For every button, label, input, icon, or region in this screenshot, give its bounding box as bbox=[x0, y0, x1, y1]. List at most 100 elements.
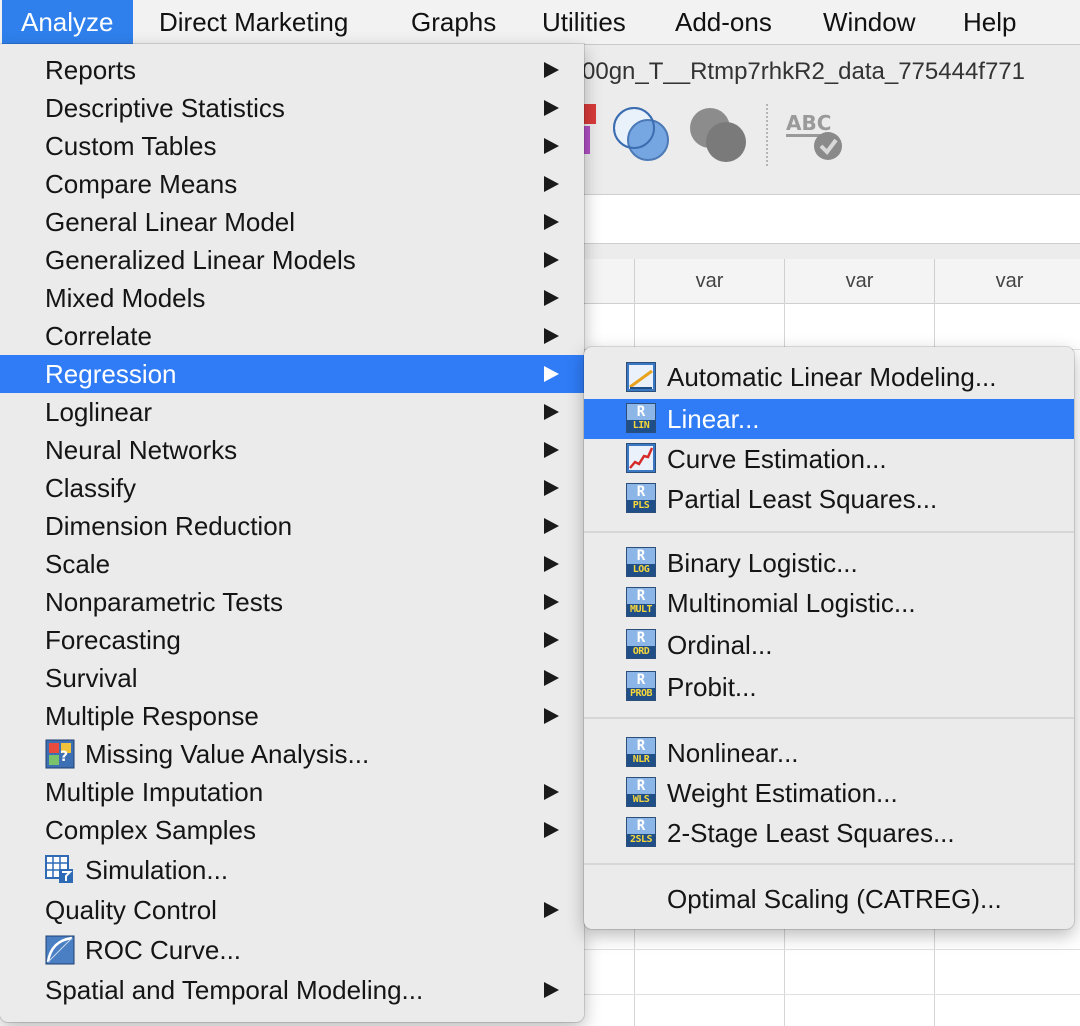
icon-code: PROB bbox=[627, 688, 655, 700]
menu-item-survival[interactable]: Survival bbox=[0, 659, 584, 697]
submenu-arrow-icon bbox=[544, 328, 559, 344]
select-cases-icon[interactable] bbox=[686, 104, 750, 168]
menu-item-nonparametric-tests[interactable]: Nonparametric Tests bbox=[0, 583, 584, 621]
spell-check-icon[interactable]: ABC bbox=[782, 104, 846, 168]
column-header[interactable]: var bbox=[934, 259, 1080, 303]
menu-item-generalized-linear-models[interactable]: Generalized Linear Models bbox=[0, 241, 584, 279]
menu-item-label: Compare Means bbox=[45, 169, 238, 199]
menu-item-dimension-reduction[interactable]: Dimension Reduction bbox=[0, 507, 584, 545]
menu-item-label: Nonlinear... bbox=[667, 738, 799, 768]
menu-item-reports[interactable]: Reports bbox=[0, 51, 584, 89]
menu-item-quality-control[interactable]: Quality Control bbox=[0, 891, 584, 929]
menu-item-label: Multiple Response bbox=[45, 701, 259, 731]
menu-item-label: Nonparametric Tests bbox=[45, 587, 283, 617]
menu-item-ordinal[interactable]: R ORD Ordinal... bbox=[584, 625, 1074, 665]
regression-probit-icon: R PROB bbox=[626, 671, 656, 701]
menubar-direct-marketing[interactable]: Direct Marketing bbox=[140, 0, 367, 44]
menu-item-label: Ordinal... bbox=[667, 630, 773, 660]
menu-item-complex-samples[interactable]: Complex Samples bbox=[0, 811, 584, 849]
menubar-utilities[interactable]: Utilities bbox=[523, 0, 645, 44]
menubar-analyze[interactable]: Analyze bbox=[2, 0, 133, 44]
menubar-help[interactable]: Help bbox=[944, 0, 1035, 44]
menu-item-label: Mixed Models bbox=[45, 283, 206, 313]
submenu-arrow-icon bbox=[544, 982, 559, 998]
menu-item-label: Custom Tables bbox=[45, 131, 217, 161]
menu-item-roc-curve[interactable]: ROC Curve... bbox=[0, 931, 584, 969]
regression-2sls-icon: R 2SLS bbox=[626, 817, 656, 847]
menu-item-multiple-imputation[interactable]: Multiple Imputation bbox=[0, 773, 584, 811]
menu-item-multinomial-logistic[interactable]: R MULT Multinomial Logistic... bbox=[584, 583, 1074, 623]
regression-pls-icon: R PLS bbox=[626, 483, 656, 513]
menu-item-label: Optimal Scaling (CATREG)... bbox=[667, 884, 1002, 914]
menu-item-curve-estimation[interactable]: Curve Estimation... bbox=[584, 439, 1074, 479]
icon-code: LIN bbox=[627, 420, 655, 432]
menu-item-weight-estimation[interactable]: R WLS Weight Estimation... bbox=[584, 773, 1074, 813]
menu-item-label: Generalized Linear Models bbox=[45, 245, 356, 275]
menu-item-spatial-temporal-modeling[interactable]: Spatial and Temporal Modeling... bbox=[0, 971, 584, 1009]
menu-item-2-stage-least-squares[interactable]: R 2SLS 2-Stage Least Squares... bbox=[584, 813, 1074, 853]
icon-code: LOG bbox=[627, 564, 655, 576]
menu-item-label: Survival bbox=[45, 663, 138, 693]
menu-item-probit[interactable]: R PROB Probit... bbox=[584, 667, 1074, 707]
menu-item-label: Complex Samples bbox=[45, 815, 256, 845]
icon-code: ORD bbox=[627, 646, 655, 658]
icon-code: 2SLS bbox=[627, 834, 655, 846]
regression-linear-icon: R LIN bbox=[626, 403, 656, 433]
menu-item-automatic-linear-modeling[interactable]: Automatic Linear Modeling... bbox=[584, 357, 1074, 397]
menubar-graphs[interactable]: Graphs bbox=[392, 0, 515, 44]
menu-item-custom-tables[interactable]: Custom Tables bbox=[0, 127, 584, 165]
cell-editor-bar[interactable] bbox=[570, 194, 1080, 244]
icon-code: NLR bbox=[627, 754, 655, 766]
regression-ordinal-icon: R ORD bbox=[626, 629, 656, 659]
menu-item-simulation[interactable]: Simulation... bbox=[0, 851, 584, 889]
menu-item-binary-logistic[interactable]: R LOG Binary Logistic... bbox=[584, 543, 1074, 583]
menubar-window[interactable]: Window bbox=[804, 0, 934, 44]
submenu-arrow-icon bbox=[544, 556, 559, 572]
column-header[interactable]: var bbox=[634, 259, 784, 303]
menu-item-loglinear[interactable]: Loglinear bbox=[0, 393, 584, 431]
submenu-arrow-icon bbox=[544, 442, 559, 458]
menu-item-nonlinear[interactable]: R NLR Nonlinear... bbox=[584, 733, 1074, 773]
menu-item-mixed-models[interactable]: Mixed Models bbox=[0, 279, 584, 317]
menu-item-label: Multiple Imputation bbox=[45, 777, 264, 807]
menu-separator bbox=[584, 717, 1074, 719]
menu-item-label: ROC Curve... bbox=[85, 935, 242, 965]
menubar-add-ons[interactable]: Add-ons bbox=[656, 0, 791, 44]
menu-item-label: Forecasting bbox=[45, 625, 181, 655]
toolbar: ABC bbox=[570, 94, 1080, 174]
menu-item-label: Curve Estimation... bbox=[667, 444, 887, 474]
menu-item-scale[interactable]: Scale bbox=[0, 545, 584, 583]
menu-item-label: Spatial and Temporal Modeling... bbox=[45, 975, 424, 1005]
menu-item-neural-networks[interactable]: Neural Networks bbox=[0, 431, 584, 469]
menu-item-compare-means[interactable]: Compare Means bbox=[0, 165, 584, 203]
roc-curve-icon bbox=[45, 935, 75, 965]
menu-separator bbox=[584, 863, 1074, 865]
menu-item-label: Multinomial Logistic... bbox=[667, 588, 916, 618]
submenu-arrow-icon bbox=[544, 518, 559, 534]
automatic-linear-icon bbox=[626, 362, 656, 392]
submenu-arrow-icon bbox=[544, 594, 559, 610]
menu-item-regression[interactable]: Regression bbox=[0, 355, 584, 393]
menu-separator bbox=[584, 531, 1074, 533]
menu-item-descriptive-statistics[interactable]: Descriptive Statistics bbox=[0, 89, 584, 127]
regression-multinomial-icon: R MULT bbox=[626, 587, 656, 617]
menu-item-label: Simulation... bbox=[85, 855, 229, 885]
menu-item-general-linear-model[interactable]: General Linear Model bbox=[0, 203, 584, 241]
menu-item-label: Quality Control bbox=[45, 895, 217, 925]
menu-item-label: Automatic Linear Modeling... bbox=[667, 362, 997, 392]
menu-item-label: 2-Stage Least Squares... bbox=[667, 818, 955, 848]
menu-item-classify[interactable]: Classify bbox=[0, 469, 584, 507]
menu-item-correlate[interactable]: Correlate bbox=[0, 317, 584, 355]
menu-item-linear[interactable]: R LIN Linear... bbox=[584, 399, 1074, 439]
missing-value-icon: ? bbox=[45, 739, 75, 769]
menu-item-forecasting[interactable]: Forecasting bbox=[0, 621, 584, 659]
menu-item-multiple-response[interactable]: Multiple Response bbox=[0, 697, 584, 735]
menu-item-missing-value-analysis[interactable]: ? Missing Value Analysis... bbox=[0, 735, 584, 773]
menu-item-label: Loglinear bbox=[45, 397, 152, 427]
submenu-arrow-icon bbox=[544, 290, 559, 306]
menu-item-optimal-scaling[interactable]: Optimal Scaling (CATREG)... bbox=[584, 879, 1074, 919]
menu-item-partial-least-squares[interactable]: R PLS Partial Least Squares... bbox=[584, 479, 1074, 519]
submenu-arrow-icon bbox=[544, 670, 559, 686]
column-header[interactable]: var bbox=[784, 259, 934, 303]
venn-circles-icon[interactable] bbox=[610, 104, 674, 168]
